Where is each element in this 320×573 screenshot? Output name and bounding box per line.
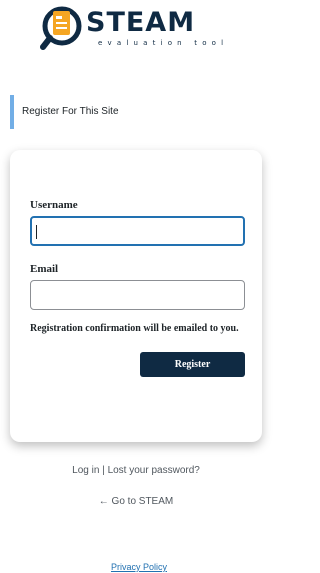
back-to-site: ← Go to STEAM [0, 496, 272, 507]
login-link[interactable]: Log in [72, 465, 99, 476]
registration-page: STEAM evaluation tool Register For This … [0, 0, 262, 573]
nav-separator: | [102, 465, 105, 476]
registration-note: Registration confirmation will be emaile… [30, 323, 239, 334]
email-input[interactable] [30, 280, 245, 310]
magnifier-document-icon [40, 6, 82, 50]
privacy-policy: Privacy Policy [0, 562, 278, 572]
register-message: Register For This Site [10, 95, 259, 129]
register-button[interactable]: Register [140, 352, 245, 377]
logo-tagline: evaluation tool [98, 39, 229, 47]
back-to-site-link[interactable]: ← Go to STEAM [99, 496, 173, 507]
site-logo[interactable]: STEAM evaluation tool [40, 4, 240, 56]
login-nav: Log in | Lost your password? [0, 465, 272, 476]
email-label: Email [30, 263, 59, 275]
text-caret [36, 225, 37, 239]
username-input[interactable] [30, 216, 245, 246]
username-label: Username [30, 199, 78, 211]
registration-form: Username Email Registration confirmation… [10, 150, 262, 442]
logo-wordmark: STEAM [86, 7, 196, 38]
lost-password-link[interactable]: Lost your password? [108, 465, 200, 476]
privacy-policy-link[interactable]: Privacy Policy [111, 562, 167, 572]
